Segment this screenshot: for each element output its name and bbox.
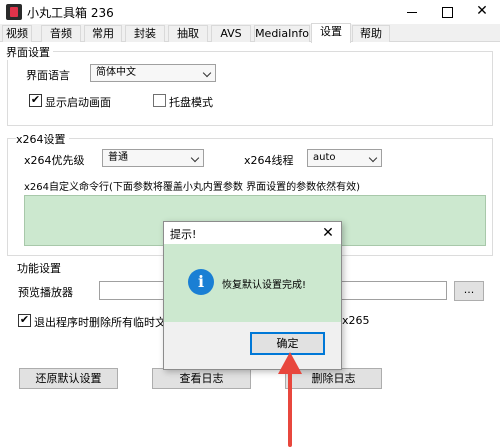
title-bar: 小丸工具箱 236 ✕ [0, 0, 500, 24]
language-label: 界面语言 [26, 69, 70, 82]
delete-temp-label: 退出程序时删除所有临时文件 [34, 316, 177, 329]
x264-priority-select[interactable]: 普通 [102, 149, 204, 167]
tab-common[interactable]: 常用 [84, 25, 122, 42]
x264-settings-title: x264设置 [16, 131, 69, 147]
tab-mux[interactable]: 封装 [125, 25, 165, 42]
tab-extract[interactable]: 抽取 [168, 25, 208, 42]
x264-threads-label: x264线程 [244, 154, 294, 167]
ui-settings-group [7, 51, 493, 126]
red-arrow-annotation-icon [278, 352, 302, 447]
info-icon: i [188, 269, 214, 295]
custom-cmd-label: x264自定义命令行(下面参数将覆盖小丸内置参数 界面设置的参数依然有效) [24, 182, 360, 193]
minimize-button[interactable] [395, 0, 429, 24]
app-window: 小丸工具箱 236 ✕ 视频 音频 常用 封装 抽取 AVS MediaInfo… [0, 0, 500, 448]
delete-temp-checkbox[interactable]: ✔ [18, 314, 31, 327]
show-splash-label: 显示启动画面 [45, 96, 111, 109]
x264-threads-select[interactable]: auto [307, 149, 382, 167]
window-title: 小丸工具箱 236 [27, 6, 114, 20]
chevron-down-icon [202, 68, 212, 78]
x264-priority-value: 普通 [108, 152, 128, 163]
x265-text: x265 [342, 314, 370, 327]
x264-threads-value: auto [313, 152, 336, 163]
dialog-message: 恢复默认设置完成! [222, 280, 307, 291]
arrow-head [278, 352, 302, 374]
tab-mediainfo[interactable]: MediaInfo [254, 25, 310, 42]
browse-button[interactable]: ... [454, 281, 484, 301]
check-icon: ✔ [30, 93, 41, 106]
ui-settings-title: 界面设置 [6, 44, 53, 60]
maximize-button[interactable] [430, 0, 464, 24]
dialog-title: 提示! [170, 228, 197, 241]
tab-video[interactable]: 视频 [2, 25, 32, 42]
dialog-footer: 确定 [164, 322, 341, 369]
chevron-down-icon [368, 153, 378, 163]
tab-help[interactable]: 帮助 [352, 25, 390, 42]
preview-player-label: 预览播放器 [18, 286, 73, 299]
tray-mode-checkbox[interactable] [153, 94, 166, 107]
language-select[interactable]: 简体中文 [90, 64, 216, 82]
tab-audio[interactable]: 音频 [41, 25, 81, 42]
dialog-close-button[interactable]: ✕ [314, 222, 342, 244]
view-log-button[interactable]: 查看日志 [152, 368, 251, 389]
language-value: 简体中文 [96, 67, 136, 78]
chevron-down-icon [190, 153, 200, 163]
features-title: 功能设置 [17, 262, 61, 275]
app-logo-icon [6, 4, 22, 20]
tray-mode-label: 托盘模式 [169, 96, 213, 109]
restore-defaults-button[interactable]: 还原默认设置 [19, 368, 118, 389]
tab-bar: 视频 音频 常用 封装 抽取 AVS MediaInfo 设置 帮助 [0, 23, 500, 43]
close-button[interactable]: ✕ [465, 0, 499, 24]
tab-avs[interactable]: AVS [211, 25, 251, 42]
show-splash-checkbox[interactable]: ✔ [29, 94, 42, 107]
dialog-body: i 恢复默认设置完成! [164, 244, 341, 322]
x264-priority-label: x264优先级 [24, 154, 85, 167]
info-dialog: 提示! ✕ i 恢复默认设置完成! 确定 [163, 221, 342, 370]
check-icon: ✔ [19, 313, 30, 326]
tab-settings[interactable]: 设置 [311, 23, 351, 43]
